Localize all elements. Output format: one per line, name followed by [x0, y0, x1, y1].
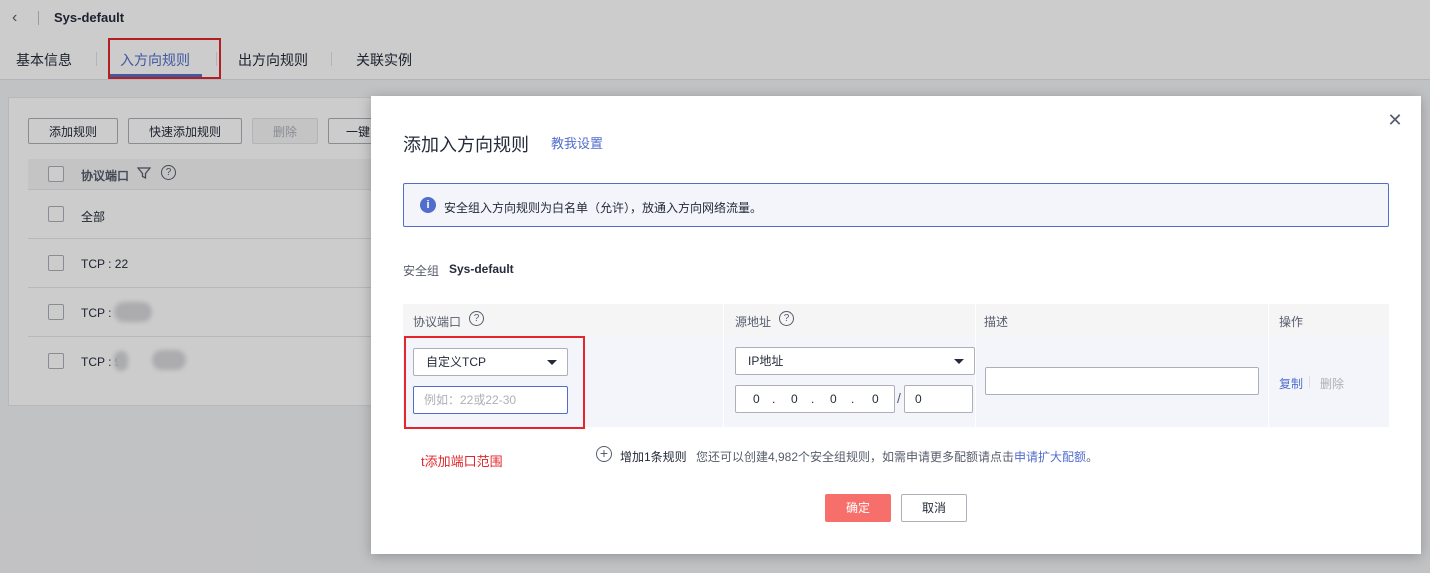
ip-dot: . — [851, 392, 855, 406]
security-group-label: 安全组 — [403, 264, 440, 278]
plus-circle-icon[interactable]: + — [596, 446, 612, 462]
ip-address-input[interactable]: 0 . 0 . 0 . 0 — [735, 385, 895, 413]
mask-separator: / — [897, 390, 901, 406]
ip-dot: . — [811, 392, 815, 406]
add-inbound-rule-dialog: 添加入方向规则 教我设置 ✕ i 安全组入方向规则为白名单（允许），放通入方向网… — [371, 96, 1421, 554]
quota-tip: 您还可以创建4,982个安全组规则，如需申请更多配额请点击申请扩大配额。 — [696, 448, 1098, 465]
close-icon[interactable]: ✕ — [1387, 111, 1403, 129]
annotation-note: t添加端口范围 — [421, 454, 503, 469]
col-actions: 操作 — [1279, 315, 1304, 329]
increase-quota-link[interactable]: 申请扩大配额 — [1014, 450, 1086, 464]
delete-row-link[interactable]: 删除 — [1320, 375, 1344, 392]
mask-input[interactable]: 0 — [904, 385, 973, 413]
ip-octet[interactable]: 0 — [753, 392, 760, 406]
copy-link[interactable]: 复制 — [1279, 375, 1303, 392]
cancel-button[interactable]: 取消 — [901, 494, 967, 522]
dialog-title: 添加入方向规则 — [403, 135, 529, 155]
col-description: 描述 — [984, 315, 1009, 329]
confirm-button[interactable]: 确定 — [825, 494, 891, 522]
mask-value: 0 — [915, 392, 922, 406]
col-protocol-port: 协议端口 — [413, 315, 462, 329]
divider — [723, 304, 724, 427]
ip-octet[interactable]: 0 — [872, 392, 879, 406]
description-input[interactable] — [985, 367, 1259, 395]
help-icon[interactable]: ? — [469, 311, 484, 326]
quota-tip-text: 您还可以创建4,982个安全组规则，如需申请更多配额请点击 — [696, 450, 1015, 464]
add-rule-link[interactable]: 增加1条规则 — [620, 448, 687, 465]
security-group-name: Sys-default — [449, 262, 514, 276]
ip-octet[interactable]: 0 — [830, 392, 837, 406]
quota-tip-end: 。 — [1086, 450, 1099, 464]
source-type-value: IP地址 — [748, 354, 784, 368]
help-link[interactable]: 教我设置 — [551, 133, 603, 152]
source-type-select[interactable]: IP地址 — [735, 347, 975, 375]
divider — [1309, 376, 1310, 388]
info-icon: i — [420, 197, 436, 213]
ip-octet[interactable]: 0 — [791, 392, 798, 406]
divider — [975, 304, 976, 427]
info-text: 安全组入方向规则为白名单（允许），放通入方向网络流量。 — [444, 201, 763, 215]
chevron-down-icon — [954, 359, 964, 364]
help-icon[interactable]: ? — [779, 311, 794, 326]
highlight-box-port — [404, 336, 585, 429]
divider — [1268, 304, 1269, 427]
info-banner: i 安全组入方向规则为白名单（允许），放通入方向网络流量。 — [403, 183, 1389, 227]
ip-dot: . — [772, 392, 776, 406]
col-source: 源地址 — [735, 315, 772, 329]
rule-table-header — [403, 304, 1389, 335]
